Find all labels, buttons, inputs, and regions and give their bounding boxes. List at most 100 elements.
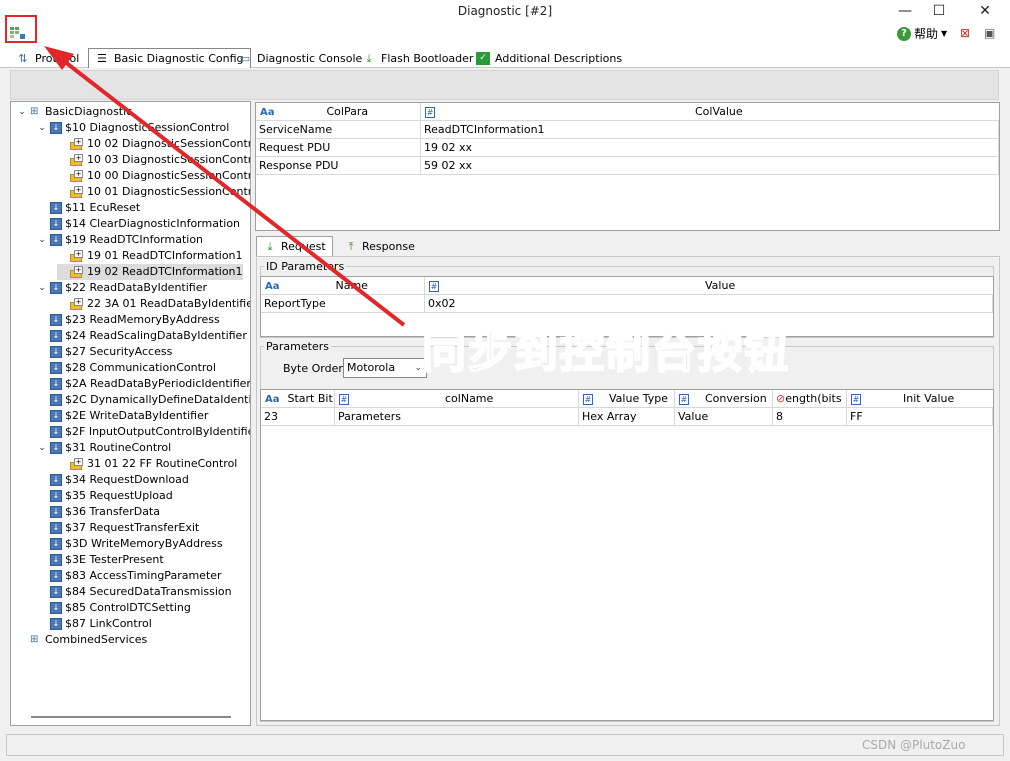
help-menu[interactable]: ? 帮助 ▼ [897, 25, 947, 42]
byte-order-select[interactable]: Motorola ⌄ [343, 358, 427, 378]
window-title: Diagnostic [#2] [457, 4, 553, 18]
property-value[interactable]: 59 02 xx [421, 157, 999, 175]
table-row[interactable]: ServiceName ReadDTCInformation1 [256, 121, 999, 139]
param-length[interactable]: 8 [773, 408, 847, 426]
tree-node-label: $3D WriteMemoryByAddress [65, 537, 223, 550]
tree-node-label: $35 RequestUpload [65, 489, 173, 502]
collapse-icon[interactable]: ⌄ [37, 232, 47, 248]
tree-service-node[interactable]: ↓ $3E TesterPresent [37, 552, 164, 568]
upload-arrow-icon: ⤒ [348, 239, 354, 253]
tree-service-node[interactable]: ↓ $37 RequestTransferExit [37, 520, 199, 536]
property-name: Response PDU [256, 157, 421, 175]
service-icon: ↓ [50, 330, 62, 342]
tree-subfunction-node[interactable]: +10 01 DiagnosticSessionControl3 [57, 184, 250, 200]
tree-node-label: $22 ReadDataByIdentifier [65, 281, 208, 294]
tree-root[interactable]: ⌄ ⊞ BasicDiagnostic [17, 104, 132, 120]
tree-node-label: $87 LinkControl [65, 617, 152, 630]
tree-service-node[interactable]: ↓ $36 TransferData [37, 504, 160, 520]
service-icon: ↓ [50, 474, 62, 486]
subfunction-icon: + [70, 170, 84, 182]
tab-basic-diagnostic-config[interactable]: ☰ Basic Diagnostic Config [88, 48, 251, 68]
collapse-icon[interactable]: ⌄ [37, 280, 47, 296]
param-value-type[interactable]: Hex Array [579, 408, 675, 426]
tab-label: Basic Diagnostic Config [114, 52, 244, 65]
property-value[interactable]: ReadDTCInformation1 [421, 121, 999, 139]
tree-service-node[interactable]: ↓ $2C DynamicallyDefineDataIdentifier [37, 392, 250, 408]
minimize-button[interactable]: — [888, 1, 922, 21]
tree-subfunction-node[interactable]: +19 02 ReadDTCInformation1 [57, 264, 243, 280]
service-icon: ↓ [50, 282, 62, 294]
tree-subfunction-node[interactable]: +22 3A 01 ReadDataByIdentifier [57, 296, 250, 312]
maximize-button[interactable]: ☐ [922, 1, 956, 21]
close-button[interactable]: ✕ [968, 1, 1002, 21]
table-row[interactable]: Request PDU 19 02 xx [256, 139, 999, 157]
tree-service-node[interactable]: ⌄ ↓ $10 DiagnosticSessionControl [37, 120, 229, 136]
tree-service-node[interactable]: ↓ $87 LinkControl [37, 616, 152, 632]
tree-service-node[interactable]: ↓ $35 RequestUpload [37, 488, 173, 504]
collapse-icon[interactable]: ⌄ [17, 104, 27, 120]
main-tabs: ⇅ Protocol ☰ Basic Diagnostic Config ▭ D… [0, 46, 1010, 68]
tree-subfunction-node[interactable]: +10 02 DiagnosticSessionControl [57, 136, 250, 152]
horizontal-scrollbar[interactable] [31, 716, 231, 718]
id-param-value[interactable]: 0x02 [425, 295, 993, 313]
tree-subfunction-node[interactable]: +31 01 22 FF RoutineControl [57, 456, 237, 472]
save-view-icon[interactable]: ▣ [984, 26, 1000, 40]
column-header: # Conversion [675, 390, 773, 408]
tree-service-node[interactable]: ⌄ ↓ $22 ReadDataByIdentifier [37, 280, 207, 296]
param-col-name[interactable]: Parameters [335, 408, 579, 426]
tree-service-node[interactable]: ↓ $14 ClearDiagnosticInformation [37, 216, 240, 232]
tab-additional-descriptions[interactable]: ✓ Additional Descriptions [470, 48, 628, 68]
column-header: # Value [429, 279, 736, 292]
number-type-icon: # [339, 394, 349, 405]
tree-service-node[interactable]: ↓ $84 SecuredDataTransmission [37, 584, 232, 600]
collapse-icon[interactable]: ⌄ [37, 120, 47, 136]
tab-diagnostic-console[interactable]: ▭ Diagnostic Console [232, 48, 368, 68]
tree-service-node[interactable]: ⌄ ↓ $31 RoutineControl [37, 440, 171, 456]
param-conversion[interactable]: Value [675, 408, 773, 426]
title-bar: Diagnostic [#2] — ☐ ✕ [0, 0, 1010, 22]
id-parameters-title: ID Parameters [264, 260, 347, 273]
tree-service-node[interactable]: ↓ $11 EcuReset [37, 200, 140, 216]
tree-node-label: $84 SecuredDataTransmission [65, 585, 232, 598]
table-row[interactable]: Response PDU 59 02 xx [256, 157, 999, 175]
param-start-bit[interactable]: 23 [261, 408, 335, 426]
tree-node-label: $2A ReadDataByPeriodicIdentifier [65, 377, 251, 390]
tree-service-node[interactable]: ↓ $2A ReadDataByPeriodicIdentifier [37, 376, 251, 392]
tree-service-node[interactable]: ↓ $28 CommunicationControl [37, 360, 216, 376]
tree-service-node[interactable]: ↓ $83 AccessTimingParameter [37, 568, 222, 584]
tree-service-node[interactable]: ↓ $3D WriteMemoryByAddress [37, 536, 223, 552]
tree-service-node[interactable]: ↓ $27 SecurityAccess [37, 344, 172, 360]
service-icon: ↓ [50, 122, 62, 134]
table-row[interactable]: 23 Parameters Hex Array Value 8 FF [261, 408, 993, 426]
tree-root-combined[interactable]: ⊞ CombinedServices [17, 632, 147, 648]
tree-service-node[interactable]: ↓ $34 RequestDownload [37, 472, 189, 488]
tree-subfunction-node[interactable]: +10 00 DiagnosticSessionControl2 [57, 168, 250, 184]
byte-order-value: Motorola [347, 361, 396, 374]
close-view-icon[interactable]: ⊠ [960, 26, 976, 40]
help-label: 帮助 [914, 27, 939, 41]
property-value[interactable]: 19 02 xx [421, 139, 999, 157]
tree-service-node[interactable]: ↓ $24 ReadScalingDataByIdentifier [37, 328, 247, 344]
tab-response[interactable]: ⤒ Response [338, 236, 421, 256]
parameters-title: Parameters [264, 340, 331, 353]
tree-subfunction-node[interactable]: +10 03 DiagnosticSessionControl1 [57, 152, 250, 168]
tree-root-label: CombinedServices [45, 633, 148, 646]
tree-node-label: $24 ReadScalingDataByIdentifier [65, 329, 247, 342]
tab-protocol[interactable]: ⇅ Protocol [10, 48, 85, 68]
service-tree[interactable]: ⌄ ⊞ BasicDiagnostic ⌄ ↓ $10 DiagnosticSess… [10, 101, 251, 726]
collapse-icon[interactable]: ⌄ [37, 440, 47, 456]
tree-service-node[interactable]: ↓ $85 ControlDTCSetting [37, 600, 191, 616]
tab-flash-bootloader[interactable]: ⤓ Flash Bootloader [356, 48, 479, 68]
tree-service-node[interactable]: ↓ $2E WriteDataByIdentifier [37, 408, 208, 424]
service-icon: ↓ [50, 234, 62, 246]
subfunction-icon: + [70, 138, 84, 150]
table-row[interactable]: ReportType 0x02 [261, 295, 993, 313]
column-header: Aa Start Bit [261, 390, 335, 408]
tab-request[interactable]: ⤓ Request [256, 236, 333, 256]
tree-service-node[interactable]: ⌄ ↓ $19 ReadDTCInformation [37, 232, 203, 248]
tree-service-node[interactable]: ↓ $2F InputOutputControlByIdentifier [37, 424, 250, 440]
param-init-value[interactable]: FF [847, 408, 993, 426]
tree-subfunction-node[interactable]: +19 01 ReadDTCInformation1 [57, 248, 243, 264]
tree-service-node[interactable]: ↓ $23 ReadMemoryByAddress [37, 312, 220, 328]
service-icon: ↓ [50, 202, 62, 214]
